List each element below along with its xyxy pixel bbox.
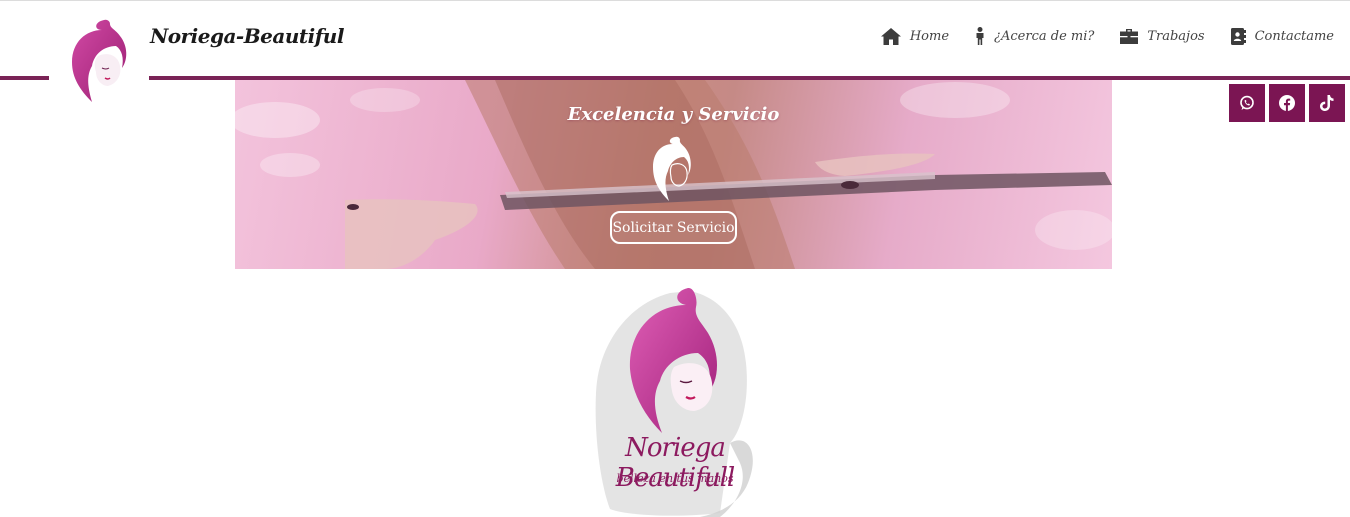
nav-contact-label: Contactame xyxy=(1254,28,1334,44)
whatsapp-button[interactable] xyxy=(1229,84,1265,122)
tiktok-icon xyxy=(1320,95,1334,111)
tiktok-button[interactable] xyxy=(1309,84,1345,122)
nav-about-label: ¿Acerca de mi? xyxy=(994,28,1095,44)
main-nav: Home ¿Acerca de mi? Trabajos Contactame xyxy=(880,27,1334,45)
header-divider-left xyxy=(0,76,49,80)
nav-works-label: Trabajos xyxy=(1147,28,1205,44)
address-book-icon xyxy=(1230,27,1246,45)
brand-name[interactable]: Noriega-Beautiful xyxy=(150,24,344,48)
brand-logo-icon[interactable] xyxy=(64,16,134,106)
nav-contact[interactable]: Contactame xyxy=(1230,27,1334,45)
hero-banner: Excelencia y Servicio Solicitar Servicio xyxy=(235,80,1112,269)
top-border xyxy=(0,0,1350,1)
nav-works[interactable]: Trabajos xyxy=(1120,28,1205,44)
whatsapp-icon xyxy=(1240,95,1254,110)
request-service-button[interactable]: Solicitar Servicio xyxy=(610,211,737,244)
woman-silhouette-icon xyxy=(653,136,691,201)
nav-home[interactable]: Home xyxy=(880,27,950,45)
facebook-icon xyxy=(1279,95,1295,111)
home-icon xyxy=(880,27,901,45)
hero-title: Excelencia y Servicio xyxy=(567,104,780,125)
logo-subtitle: belleza en tus manos xyxy=(616,472,734,485)
nav-about[interactable]: ¿Acerca de mi? xyxy=(975,27,1094,45)
briefcase-icon xyxy=(1120,28,1139,44)
person-icon xyxy=(976,27,984,45)
facebook-button[interactable] xyxy=(1269,84,1305,122)
social-links xyxy=(1229,84,1345,122)
nav-home-label: Home xyxy=(909,28,950,44)
